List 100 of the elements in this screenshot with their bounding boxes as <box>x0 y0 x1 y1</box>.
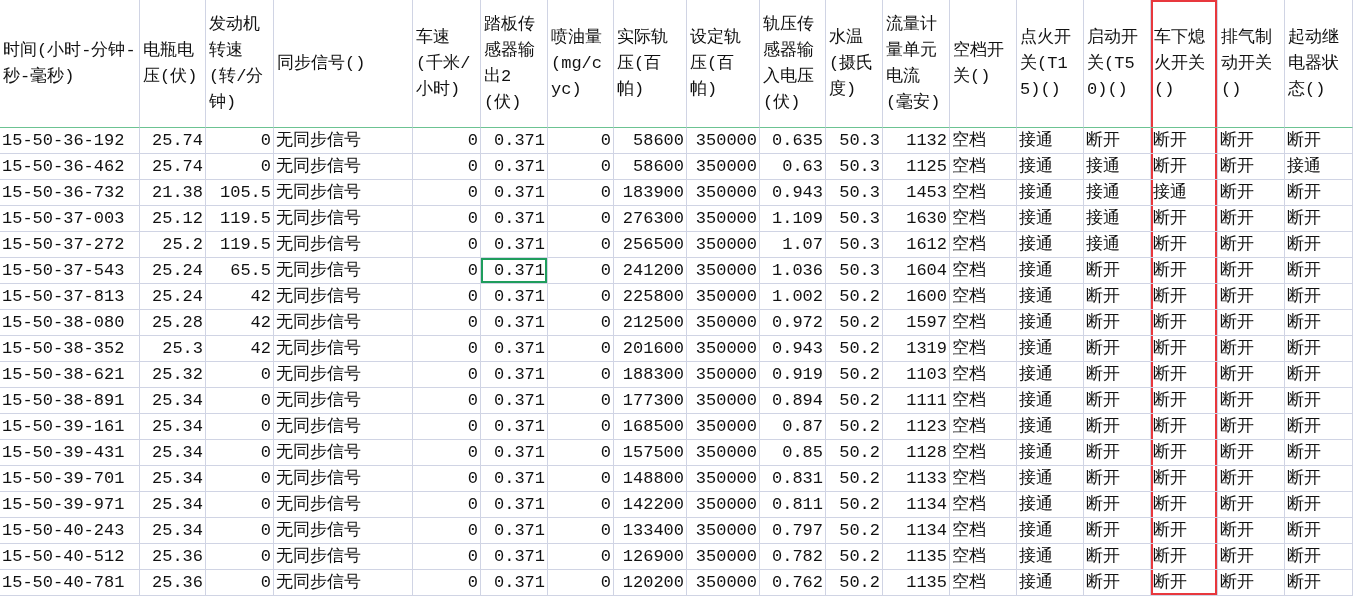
table-cell[interactable]: 50.2 <box>826 544 883 570</box>
table-cell[interactable]: 断开 <box>1151 310 1218 336</box>
table-cell[interactable]: 157500 <box>614 440 687 466</box>
table-cell[interactable]: 0 <box>206 388 274 414</box>
table-cell[interactable]: 25.32 <box>140 362 206 388</box>
table-cell[interactable]: 无同步信号 <box>274 414 413 440</box>
table-cell[interactable]: 256500 <box>614 232 687 258</box>
table-cell[interactable]: 接通 <box>1084 206 1151 232</box>
table-cell[interactable]: 0.63 <box>760 154 826 180</box>
table-cell[interactable]: 50.2 <box>826 492 883 518</box>
table-cell[interactable]: 350000 <box>687 466 760 492</box>
table-cell[interactable]: 25.3 <box>140 336 206 362</box>
table-cell[interactable]: 0.811 <box>760 492 826 518</box>
table-cell[interactable]: 15-50-40-243 <box>0 518 140 544</box>
table-cell[interactable]: 0 <box>413 492 481 518</box>
table-cell[interactable]: 1600 <box>883 284 950 310</box>
table-cell[interactable]: 空档 <box>950 128 1017 154</box>
table-cell[interactable]: 0.371 <box>481 570 548 596</box>
table-cell[interactable]: 15-50-39-161 <box>0 414 140 440</box>
table-cell[interactable]: 空档 <box>950 154 1017 180</box>
table-cell[interactable]: 断开 <box>1151 232 1218 258</box>
table-cell[interactable]: 接通 <box>1017 284 1084 310</box>
table-cell[interactable]: 0 <box>413 570 481 596</box>
table-cell[interactable]: 0 <box>548 544 614 570</box>
table-cell[interactable]: 断开 <box>1218 440 1285 466</box>
table-cell[interactable]: 无同步信号 <box>274 388 413 414</box>
table-cell[interactable]: 15-50-37-272 <box>0 232 140 258</box>
table-cell[interactable]: 0 <box>548 258 614 284</box>
table-cell[interactable]: 50.3 <box>826 180 883 206</box>
table-cell[interactable]: 无同步信号 <box>274 440 413 466</box>
table-cell[interactable]: 42 <box>206 310 274 336</box>
table-cell[interactable]: 0.371 <box>481 518 548 544</box>
table-cell[interactable]: 25.34 <box>140 518 206 544</box>
table-cell[interactable]: 无同步信号 <box>274 154 413 180</box>
table-cell[interactable]: 350000 <box>687 284 760 310</box>
table-cell[interactable]: 断开 <box>1285 336 1353 362</box>
table-cell[interactable]: 50.2 <box>826 414 883 440</box>
table-cell[interactable]: 空档 <box>950 232 1017 258</box>
table-cell[interactable]: 0.762 <box>760 570 826 596</box>
table-cell[interactable]: 空档 <box>950 310 1017 336</box>
table-cell[interactable]: 350000 <box>687 362 760 388</box>
table-cell[interactable]: 0 <box>413 284 481 310</box>
table-cell[interactable]: 断开 <box>1285 518 1353 544</box>
table-cell[interactable]: 65.5 <box>206 258 274 284</box>
table-cell[interactable]: 断开 <box>1218 518 1285 544</box>
table-cell[interactable]: 25.24 <box>140 258 206 284</box>
table-cell[interactable]: 25.28 <box>140 310 206 336</box>
table-cell[interactable]: 接通 <box>1084 180 1151 206</box>
table-cell[interactable]: 0 <box>548 440 614 466</box>
table-cell[interactable]: 0.635 <box>760 128 826 154</box>
table-cell[interactable]: 0.371 <box>481 232 548 258</box>
table-cell[interactable]: 0 <box>413 414 481 440</box>
table-cell[interactable]: 0 <box>413 180 481 206</box>
table-cell[interactable]: 25.24 <box>140 284 206 310</box>
table-cell[interactable]: 断开 <box>1285 206 1353 232</box>
table-cell[interactable]: 断开 <box>1151 440 1218 466</box>
table-cell[interactable]: 断开 <box>1285 310 1353 336</box>
table-cell[interactable]: 119.5 <box>206 232 274 258</box>
table-cell[interactable]: 断开 <box>1151 284 1218 310</box>
table-cell[interactable]: 断开 <box>1151 154 1218 180</box>
table-cell[interactable]: 177300 <box>614 388 687 414</box>
table-cell[interactable]: 0.371 <box>481 180 548 206</box>
table-cell[interactable]: 断开 <box>1151 414 1218 440</box>
table-cell[interactable]: 58600 <box>614 154 687 180</box>
table-cell[interactable]: 无同步信号 <box>274 258 413 284</box>
table-cell[interactable]: 无同步信号 <box>274 544 413 570</box>
table-cell[interactable]: 15-50-37-543 <box>0 258 140 284</box>
table-cell[interactable]: 188300 <box>614 362 687 388</box>
table-cell[interactable]: 1135 <box>883 570 950 596</box>
table-cell[interactable]: 断开 <box>1285 128 1353 154</box>
table-cell[interactable]: 断开 <box>1084 284 1151 310</box>
table-cell[interactable]: 25.12 <box>140 206 206 232</box>
table-cell[interactable]: 50.2 <box>826 310 883 336</box>
table-cell[interactable]: 断开 <box>1285 180 1353 206</box>
table-cell[interactable]: 接通 <box>1017 492 1084 518</box>
table-cell[interactable]: 断开 <box>1285 570 1353 596</box>
table-cell[interactable]: 350000 <box>687 232 760 258</box>
table-cell[interactable]: 133400 <box>614 518 687 544</box>
table-cell[interactable]: 接通 <box>1017 570 1084 596</box>
table-cell[interactable]: 0.371 <box>481 128 548 154</box>
table-cell[interactable]: 0 <box>206 544 274 570</box>
table-cell[interactable]: 119.5 <box>206 206 274 232</box>
table-cell[interactable]: 0.371 <box>481 154 548 180</box>
table-cell[interactable]: 50.2 <box>826 466 883 492</box>
table-cell[interactable]: 0 <box>548 388 614 414</box>
table-cell[interactable]: 350000 <box>687 518 760 544</box>
table-cell[interactable]: 25.74 <box>140 154 206 180</box>
table-cell[interactable]: 空档 <box>950 362 1017 388</box>
table-cell[interactable]: 0 <box>548 310 614 336</box>
table-cell[interactable]: 15-50-38-352 <box>0 336 140 362</box>
table-cell[interactable]: 350000 <box>687 414 760 440</box>
table-cell[interactable]: 25.34 <box>140 466 206 492</box>
table-cell[interactable]: 0 <box>413 310 481 336</box>
table-cell[interactable]: 空档 <box>950 544 1017 570</box>
table-cell[interactable]: 58600 <box>614 128 687 154</box>
table-cell[interactable]: 空档 <box>950 440 1017 466</box>
table-cell[interactable]: 1128 <box>883 440 950 466</box>
table-cell[interactable]: 1103 <box>883 362 950 388</box>
table-cell[interactable]: 空档 <box>950 466 1017 492</box>
table-cell[interactable]: 0 <box>206 466 274 492</box>
